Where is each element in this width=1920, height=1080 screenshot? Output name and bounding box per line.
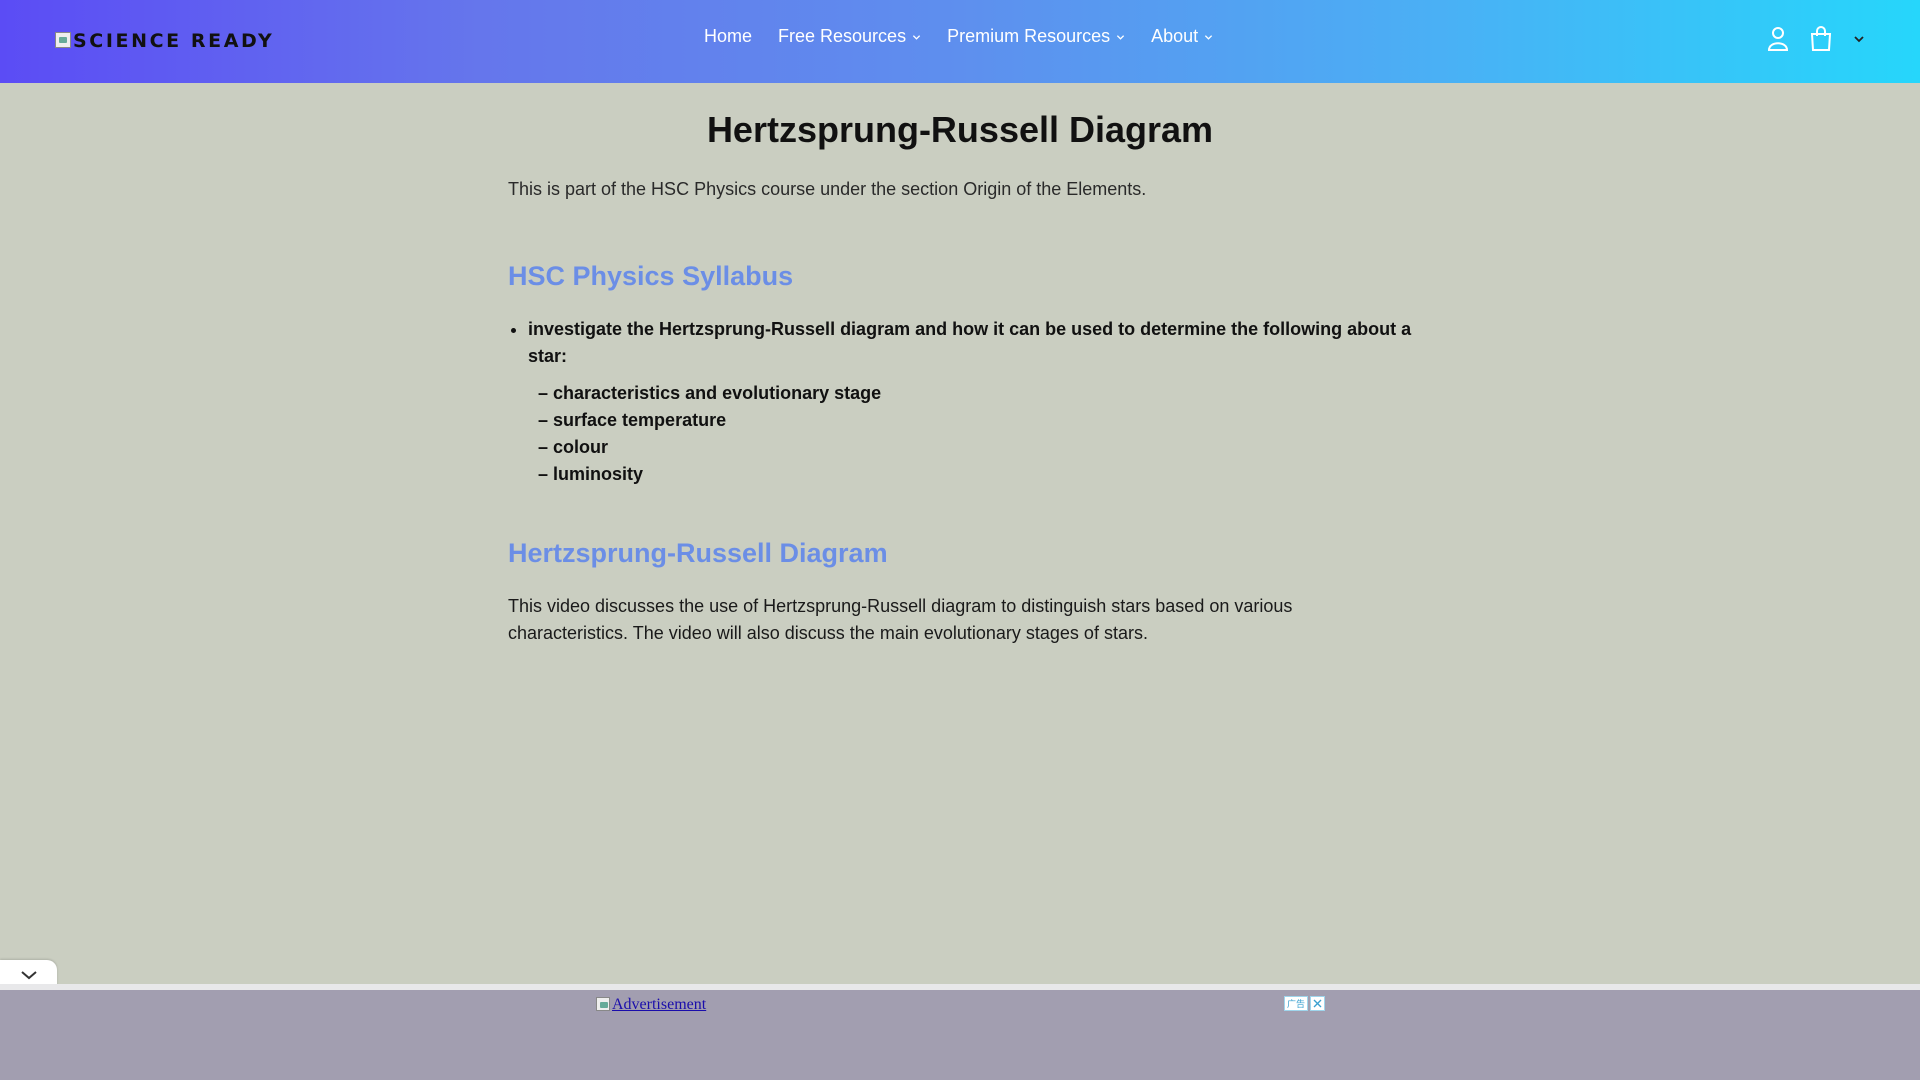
main-nav: Home Free Resources Premium Resources Ab…: [704, 26, 1213, 47]
syllabus-sub-item: – surface temperature: [538, 410, 727, 430]
syllabus-sub-item: – luminosity: [538, 464, 644, 484]
syllabus-item-text: investigate the Hertzsprung-Russell diag…: [528, 319, 1412, 366]
hr-diagram-heading: Hertzsprung-Russell Diagram: [508, 538, 888, 568]
nav-free-resources-label: Free Resources: [778, 26, 907, 46]
ad-close-button[interactable]: [1310, 996, 1325, 1011]
broken-image-icon: [55, 32, 71, 48]
nav-home[interactable]: Home: [704, 26, 752, 47]
logo-text: SCIENCE READY: [73, 30, 275, 52]
advertisement-link[interactable]: Advertisement: [596, 996, 706, 1014]
ad-banner: Advertisement 广告: [0, 984, 1920, 1080]
ad-choices-badge[interactable]: 广告: [1284, 996, 1308, 1011]
chevron-down-icon: [1205, 35, 1213, 40]
ad-controls: 广告: [1284, 996, 1325, 1011]
nav-premium-resources-label: Premium Resources: [947, 26, 1111, 46]
header-icons: [1767, 26, 1865, 52]
syllabus-item: investigate the Hertzsprung-Russell diag…: [528, 316, 1418, 488]
chevron-down-icon: [912, 35, 921, 40]
syllabus-list: investigate the Hertzsprung-Russell diag…: [528, 316, 1418, 488]
nav-free-resources[interactable]: Free Resources: [778, 26, 921, 47]
page-title: Hertzsprung-Russell Diagram: [706, 109, 1214, 150]
syllabus-sub-item: – colour: [538, 437, 609, 457]
nav-home-label: Home: [704, 26, 753, 46]
account-icon[interactable]: [1767, 26, 1789, 52]
chevron-down-icon: [1116, 35, 1125, 40]
syllabus-heading: HSC Physics Syllabus: [508, 261, 794, 291]
advertisement-link-text: Advertisement: [612, 996, 707, 1013]
nav-about-label: About: [1151, 26, 1199, 46]
nav-about[interactable]: About: [1151, 26, 1213, 47]
chevron-down-icon: [20, 971, 37, 980]
nav-premium-resources[interactable]: Premium Resources: [947, 26, 1125, 47]
main-content: Hertzsprung-Russell Diagram This is part…: [508, 83, 1418, 647]
syllabus-sub-list: – characteristics and evolutionary stage…: [538, 380, 1418, 488]
broken-image-icon: [596, 997, 610, 1011]
syllabus-sub-item: – characteristics and evolutionary stage: [538, 383, 882, 403]
site-header: SCIENCE READY Home Free Resources Premiu…: [0, 0, 1920, 83]
intro-text: This is part of the HSC Physics course u…: [508, 179, 1147, 199]
close-icon: [1313, 999, 1322, 1008]
cart-icon[interactable]: [1809, 26, 1833, 52]
video-description: This video discusses the use of Hertzspr…: [508, 596, 1293, 643]
chevron-down-icon[interactable]: [1853, 34, 1865, 44]
site-logo[interactable]: SCIENCE READY: [55, 30, 274, 52]
